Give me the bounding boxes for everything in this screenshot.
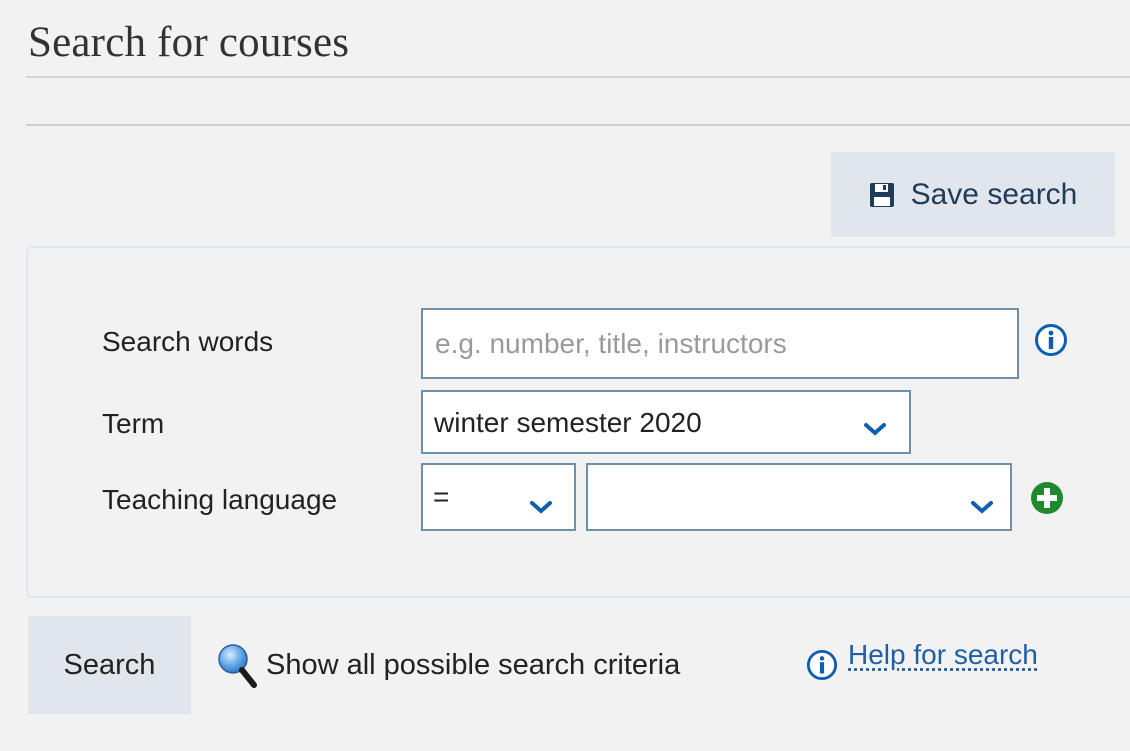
show-all-criteria-label: Show all possible search criteria bbox=[266, 648, 681, 681]
floppy-disk-icon bbox=[869, 182, 895, 208]
teaching-language-select[interactable] bbox=[586, 463, 1012, 531]
toolbar-divider bbox=[26, 124, 1130, 126]
help-for-search[interactable]: Help for search bbox=[806, 639, 1038, 690]
term-selected-value: winter semester 2020 bbox=[434, 407, 702, 438]
save-search-button[interactable]: Save search bbox=[831, 152, 1115, 237]
show-all-criteria-link[interactable]: Show all possible search criteria bbox=[216, 640, 680, 690]
search-words-input[interactable] bbox=[421, 308, 1019, 379]
plus-circle-icon bbox=[1031, 482, 1063, 514]
term-select[interactable]: winter semester 2020 bbox=[421, 390, 911, 454]
term-label: Term bbox=[102, 408, 165, 439]
magnifier-icon bbox=[218, 644, 257, 688]
teaching-language-label: Teaching language bbox=[102, 484, 338, 515]
language-operator-select[interactable]: = bbox=[421, 463, 576, 531]
add-criterion-button[interactable] bbox=[1030, 481, 1064, 515]
help-for-search-link[interactable]: Help for search bbox=[848, 639, 1038, 671]
chevron-down-icon bbox=[864, 423, 886, 436]
info-icon[interactable] bbox=[1034, 323, 1068, 357]
title-divider bbox=[26, 76, 1130, 78]
info-icon bbox=[806, 649, 838, 681]
search-words-label: Search words bbox=[102, 326, 274, 357]
save-search-label: Save search bbox=[910, 177, 1078, 211]
search-button[interactable]: Search bbox=[28, 616, 191, 714]
operator-value: = bbox=[433, 481, 450, 512]
chevron-down-icon bbox=[971, 501, 993, 514]
page-title: Search for courses bbox=[28, 19, 350, 66]
chevron-down-icon bbox=[530, 501, 552, 514]
